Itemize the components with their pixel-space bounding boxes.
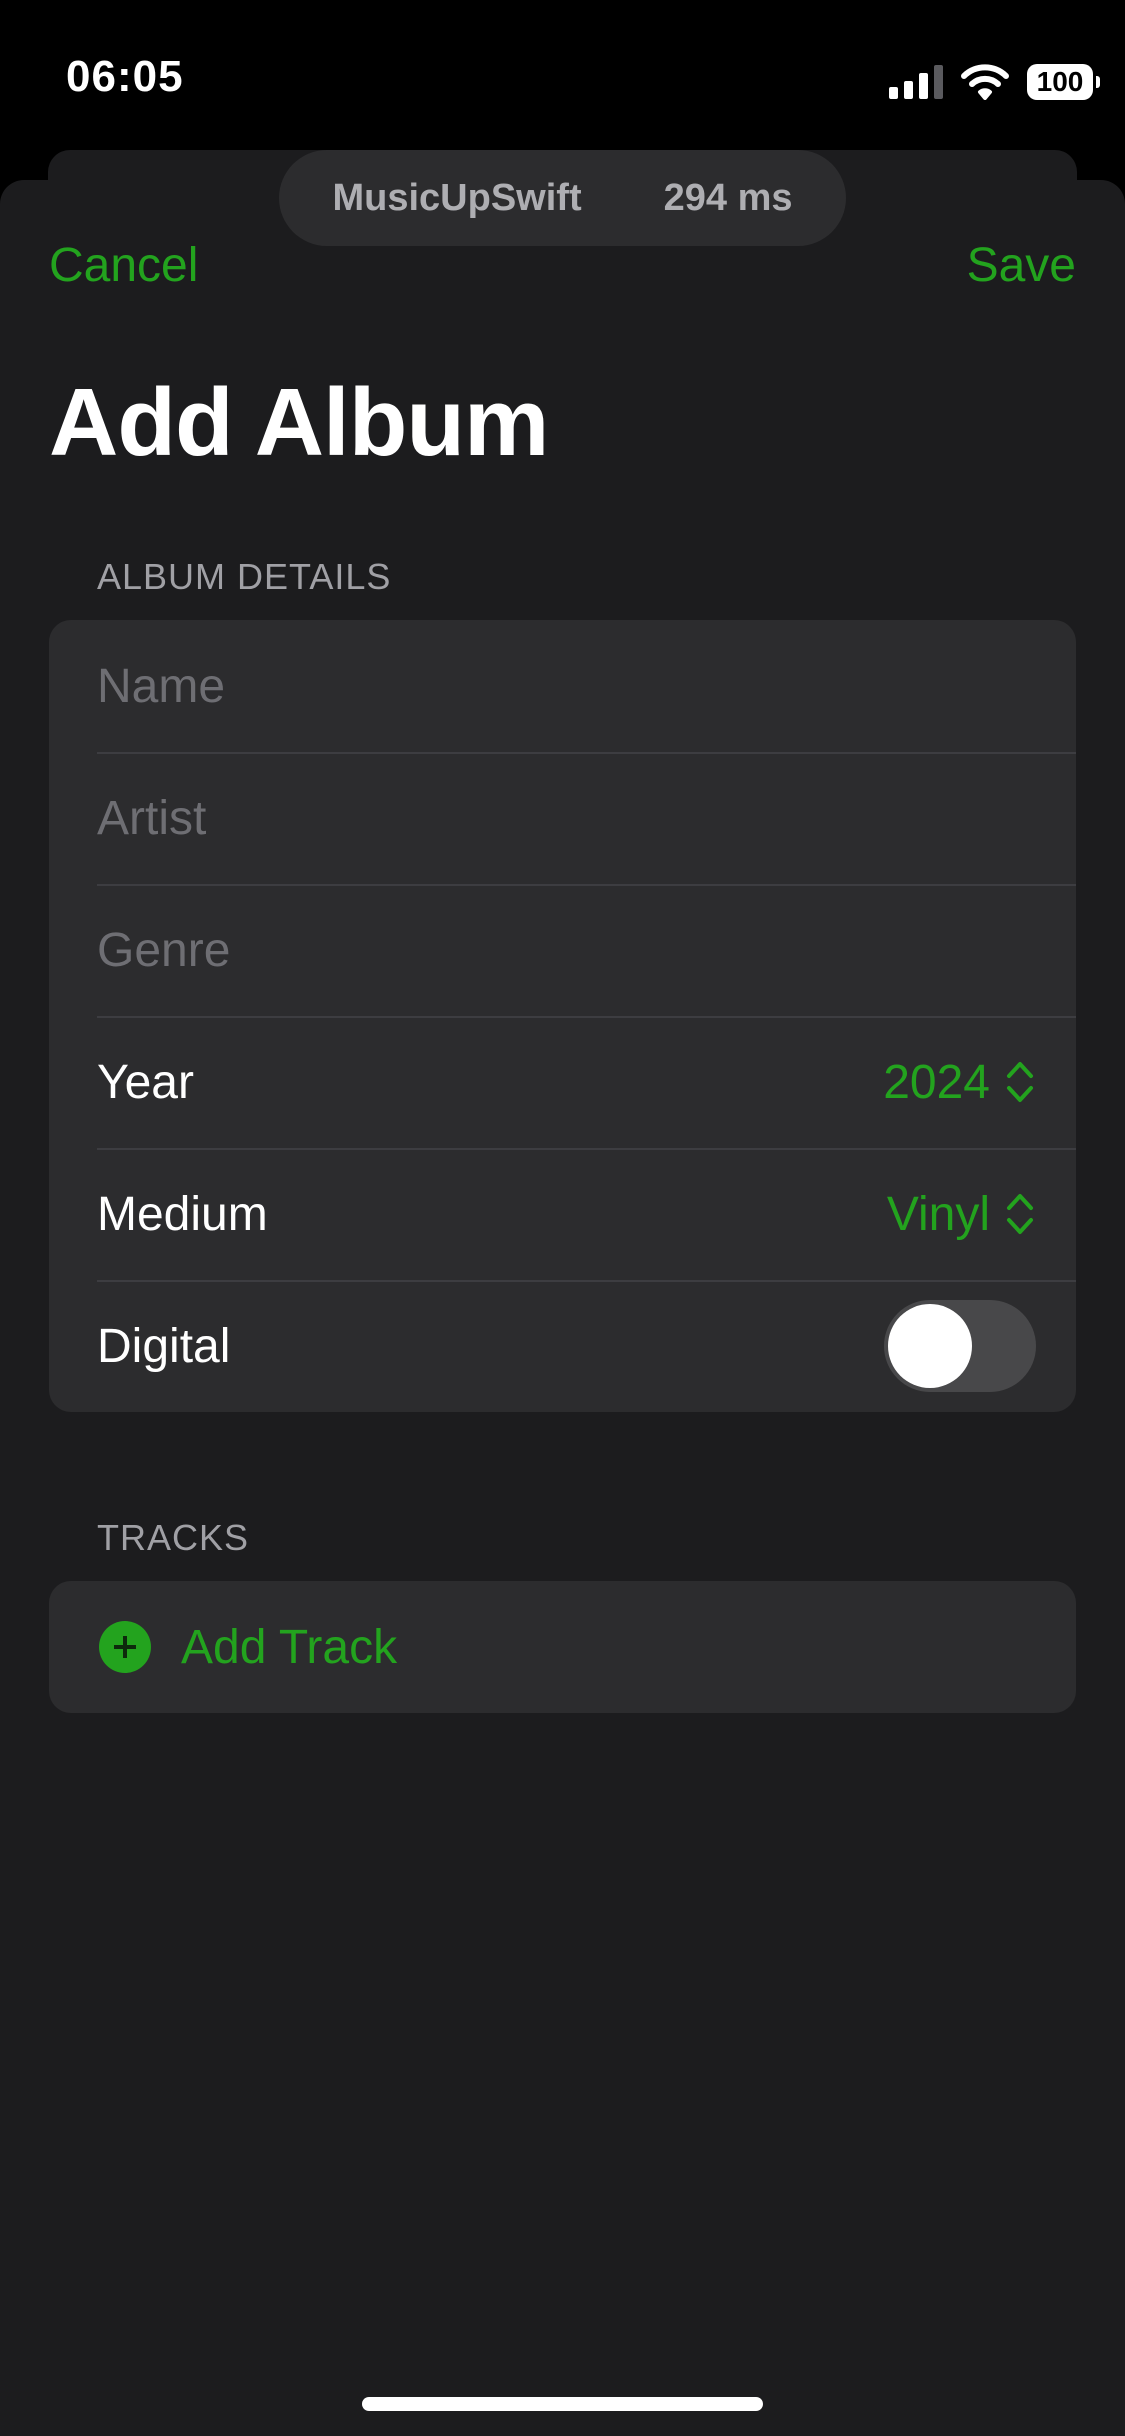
year-label: Year [97,1055,194,1109]
medium-picker[interactable]: Vinyl [887,1187,1034,1242]
tracks-group: Add Track [49,1581,1076,1713]
chevron-up-down-icon [1007,1194,1033,1234]
chevron-up-down-icon [1007,1062,1033,1102]
album-details-header: ALBUM DETAILS [97,556,392,597]
name-row [49,620,1076,752]
plus-circle-icon [99,1621,151,1673]
medium-label: Medium [97,1187,268,1241]
debug-latency: 294 ms [663,176,793,219]
toggle-knob [888,1304,972,1388]
artist-field[interactable] [97,790,1034,846]
save-button[interactable]: Save [967,238,1076,293]
year-row: Year 2024 [49,1016,1076,1148]
digital-toggle[interactable] [884,1300,1036,1392]
year-picker[interactable]: 2024 [883,1055,1034,1110]
digital-row: Digital [49,1280,1076,1412]
cancel-button[interactable]: Cancel [49,238,198,293]
debug-app-name: MusicUpSwift [332,176,582,219]
status-icons: 100 [889,60,1100,104]
medium-value: Vinyl [886,1187,990,1241]
genre-row [49,884,1076,1016]
add-track-button[interactable]: Add Track [49,1581,1076,1713]
add-track-label: Add Track [181,1620,398,1674]
home-indicator[interactable] [362,2397,763,2411]
name-field[interactable] [97,658,1034,714]
debug-pill: MusicUpSwift 294 ms [279,150,846,246]
wifi-icon [961,64,1009,100]
battery-level: 100 [1036,66,1084,97]
medium-row: Medium Vinyl [49,1148,1076,1280]
digital-label: Digital [97,1319,231,1373]
artist-row [49,752,1076,884]
status-time: 06:05 [66,52,184,101]
cellular-signal-icon [889,65,943,99]
status-bar: 06:05 100 [0,0,1125,150]
year-value: 2024 [883,1055,990,1109]
battery-icon: 100 [1027,64,1100,100]
genre-field[interactable] [97,922,1034,978]
tracks-header: TRACKS [97,1517,250,1558]
album-details-group: Year 2024 Medium Vinyl Digital [49,620,1076,1412]
page-title: Add Album [49,369,549,476]
